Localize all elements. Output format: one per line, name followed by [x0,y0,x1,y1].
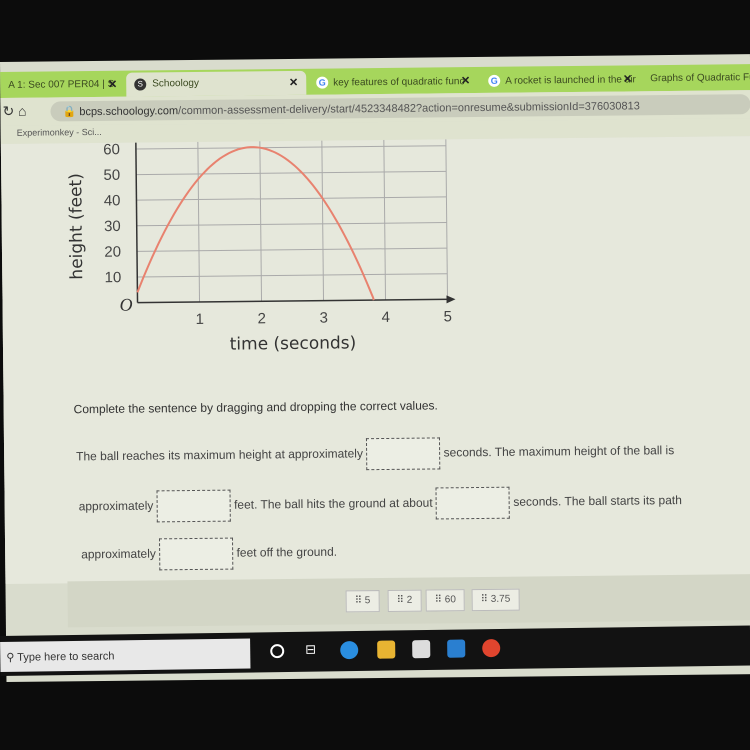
sentence-text: feet. The ball hits the ground at about [233,495,433,512]
grid-line-y [135,145,446,150]
height-time-graph: 10 20 30 40 50 60 1 2 3 4 5 Otime (seconds) height (… [66,138,456,355]
x-tick-label: 2 [257,310,266,327]
sentence-text: approximately [81,546,156,562]
grid-line-y [136,170,447,176]
answer-bank: ⠿ 5 ⠿ 2 ⠿ 60 ⠿ 3.75 [67,573,750,628]
grid-line-y [136,247,447,252]
bookmark-label: Experimonkey - Sci... [16,126,102,138]
y-axis [135,142,139,303]
tab-schoology[interactable]: S Schoology ✕ [126,70,307,97]
grid-line-x [383,138,387,300]
x-tick-label: 5 [443,308,452,325]
grid-line-y [136,222,447,227]
choice-60[interactable]: ⠿ 60 [425,589,466,612]
sentence-text: seconds. The maximum height of the ball … [443,443,675,460]
url-bar[interactable]: 🔒 bcps.schoology.com/common-assessment-d… [50,94,750,122]
cortana-icon[interactable] [270,644,285,659]
y-axis-label: height (feet) [66,173,87,280]
chrome-icon[interactable] [482,639,501,658]
sentence-text: approximately [78,498,154,514]
x-tick-label: 1 [195,311,204,328]
sentence-text: The ball reaches its maximum height at a… [76,446,363,464]
close-icon[interactable]: ✕ [461,74,470,87]
choice-label: 2 [406,594,413,606]
sentence-line-3: approximately feet off the ground. [81,536,337,571]
drop-zone-max-height[interactable] [156,489,231,523]
choice-5[interactable]: ⠿ 5 [345,590,380,613]
grid-line-x [445,138,449,300]
close-icon[interactable]: ✕ [108,78,117,91]
close-icon[interactable]: ✕ [289,76,298,89]
y-tick-label: 60 [103,141,120,158]
x-tick-label: 4 [381,309,390,326]
tab-label: key features of quadratic func [333,76,465,89]
taskbar-search[interactable]: ⚲ Type here to search [0,638,251,672]
tab-label: Graphs of Quadratic Fun [650,72,750,85]
choice-2[interactable]: ⠿ 2 [387,589,422,612]
origin-label: O [119,295,132,315]
tab-section[interactable]: A 1: Sec 007 PER04 | S ✕ [0,73,125,98]
assessment-content: 10 20 30 40 50 60 1 2 3 4 5 Otime (seconds) height (… [0,136,750,584]
choice-label: 3.75 [490,593,511,605]
grid-line-x [197,138,201,302]
store-icon[interactable] [412,639,431,659]
sentence-text: feet off the ground. [236,544,338,560]
edge-icon[interactable] [340,641,359,660]
browser-window: A 1: Sec 007 PER04 | S ✕ S Schoology ✕ Gkey… [0,54,750,682]
mail-icon[interactable] [447,639,466,658]
y-tick-label: 10 [104,269,121,286]
sentence-line-1: The ball reaches its maximum height at a… [76,435,674,473]
choice-3-75[interactable]: ⠿ 3.75 [471,588,520,612]
tab-label: Schoology [152,77,199,90]
tab-key-features[interactable]: Gkey features of quadratic func ✕ [308,69,478,95]
grid-line-y [137,273,448,278]
sentence-text: seconds. The ball starts its path [513,493,682,509]
tab-label: A 1: Sec 007 PER04 | S [8,78,115,91]
close-icon[interactable]: ✕ [623,72,632,85]
tab-graphs[interactable]: Graphs of Quadratic Fun [642,66,750,91]
x-tick-label: 3 [319,310,328,327]
google-icon: G [488,74,501,87]
reload-home-icon[interactable]: ↻ ⌂ [2,103,26,120]
tab-rocket[interactable]: G A rocket is launched in the air ✕ [480,67,640,93]
x-axis-arrow [446,295,456,304]
grid-line-x [259,138,263,302]
drop-zone-max-time[interactable] [366,437,441,471]
search-icon: ⚲ [6,651,18,664]
schoology-icon: S [134,78,147,91]
y-tick-label: 20 [104,244,121,261]
lock-icon: 🔒 [62,106,80,119]
url-path: /common-assessment-delivery/start/452334… [178,100,640,118]
y-tick-label: 40 [104,192,121,209]
file-explorer-icon[interactable] [377,640,396,659]
tab-label: A rocket is launched in the air [505,74,636,87]
x-axis [137,298,453,304]
google-icon: G [316,76,329,89]
search-placeholder: Type here to search [17,650,115,664]
instruction-text: Complete the sentence by dragging and dr… [73,398,438,417]
task-view-icon[interactable]: ⊟ [305,641,323,659]
y-tick-label: 50 [103,167,120,184]
url-host: bcps.schoology.com [79,105,179,119]
drop-zone-ground-time[interactable] [435,486,511,520]
choice-label: 5 [364,595,371,607]
choice-label: 60 [444,594,456,606]
sentence-line-2: approximately feet. The ball hits the gr… [78,485,682,523]
grid-line-x [321,138,325,301]
drop-zone-start-height[interactable] [159,537,234,571]
x-axis-label: time (seconds) [230,333,357,354]
y-tick-label: 30 [104,218,121,235]
